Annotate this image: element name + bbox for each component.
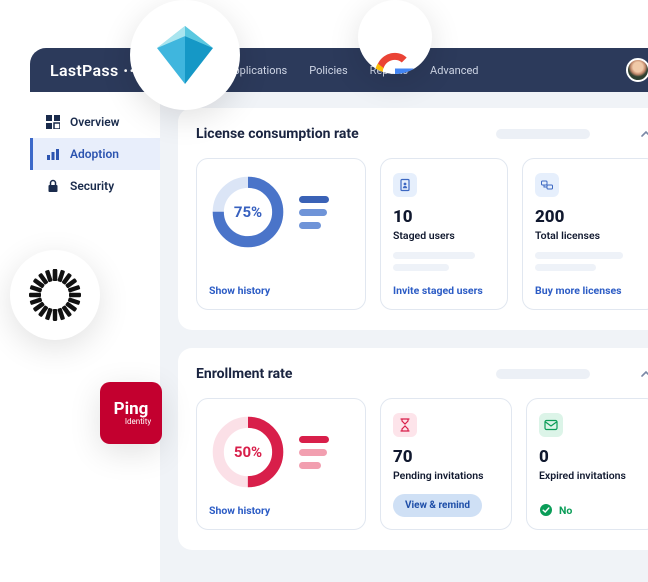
sidebar-item-adoption[interactable]: Adoption — [30, 138, 160, 170]
chevron-up-icon[interactable] — [640, 128, 648, 140]
card-staged-users: 10 Staged users Invite staged users — [380, 158, 508, 310]
card-expired-invites: 0 Expired invitations No — [526, 398, 648, 530]
google-logo — [358, 0, 432, 74]
skeleton-line — [393, 252, 475, 259]
header-bar: LastPass Users Applications Policies Rep… — [30, 48, 648, 92]
panel-enrollment: Enrollment rate 50% — [178, 348, 648, 550]
diamond-logo — [130, 0, 240, 110]
panel-enrollment-title: Enrollment rate — [196, 366, 292, 382]
sidebar-item-label: Security — [70, 179, 114, 193]
ping-text-1: Ping — [114, 401, 149, 418]
card-license-donut: 75% Show history — [196, 158, 366, 310]
donut-chart-license: 75% — [209, 173, 287, 251]
donut-value: 50% — [209, 413, 287, 491]
legend-bars-icon — [299, 196, 329, 229]
brand-logo: LastPass — [50, 61, 142, 80]
main-content: License consumption rate 75% — [160, 92, 648, 582]
adoption-icon — [46, 147, 60, 161]
invite-staged-link[interactable]: Invite staged users — [393, 284, 495, 297]
app-window: LastPass Users Applications Policies Rep… — [30, 48, 648, 582]
hourglass-icon — [393, 413, 417, 437]
card-enroll-donut: 50% Show history — [196, 398, 366, 530]
skeleton-bar — [496, 369, 590, 379]
avatar[interactable] — [626, 58, 648, 82]
chevron-up-icon[interactable] — [640, 368, 648, 380]
skeleton-line — [535, 264, 596, 271]
pending-label: Pending invitations — [393, 469, 499, 482]
show-history-link[interactable]: Show history — [209, 284, 353, 297]
sidebar-item-label: Adoption — [70, 147, 119, 161]
card-total-licenses: 200 Total licenses Buy more licenses — [522, 158, 648, 310]
sidebar-item-overview[interactable]: Overview — [30, 106, 160, 138]
panel-license: License consumption rate 75% — [178, 108, 648, 330]
pending-value: 70 — [393, 447, 499, 467]
lock-icon — [46, 179, 60, 193]
check-circle-icon — [539, 503, 553, 517]
staged-label: Staged users — [393, 229, 495, 242]
total-value: 200 — [535, 207, 645, 227]
card-pending-invites: 70 Pending invitations View & remind — [380, 398, 512, 530]
total-licenses-icon — [535, 173, 559, 197]
expired-value: 0 — [539, 447, 645, 467]
legend-bars-icon — [299, 436, 329, 469]
overview-icon — [46, 115, 60, 129]
donut-chart-enrollment: 50% — [209, 413, 287, 491]
show-history-link[interactable]: Show history — [209, 504, 353, 517]
panel-license-title: License consumption rate — [196, 126, 359, 142]
nav-policies[interactable]: Policies — [309, 64, 347, 77]
mail-icon — [539, 413, 563, 437]
expired-no-text: No — [559, 504, 572, 517]
brand-text: LastPass — [50, 61, 118, 80]
spiral-logo — [10, 250, 100, 340]
staged-value: 10 — [393, 207, 495, 227]
view-remind-button[interactable]: View & remind — [393, 494, 482, 517]
staged-users-icon — [393, 173, 417, 197]
nav-advanced[interactable]: Advanced — [430, 64, 478, 77]
donut-value: 75% — [209, 173, 287, 251]
ping-logo: Ping Identity — [100, 382, 162, 444]
skeleton-bar — [496, 129, 590, 139]
expired-label: Expired invitations — [539, 469, 645, 482]
sidebar-item-security[interactable]: Security — [30, 170, 160, 202]
skeleton-line — [393, 264, 449, 271]
buy-licenses-link[interactable]: Buy more licenses — [535, 284, 645, 297]
sidebar-item-label: Overview — [70, 115, 120, 129]
skeleton-line — [535, 252, 623, 259]
total-label: Total licenses — [535, 229, 645, 242]
ping-text-2: Identity — [125, 418, 151, 426]
